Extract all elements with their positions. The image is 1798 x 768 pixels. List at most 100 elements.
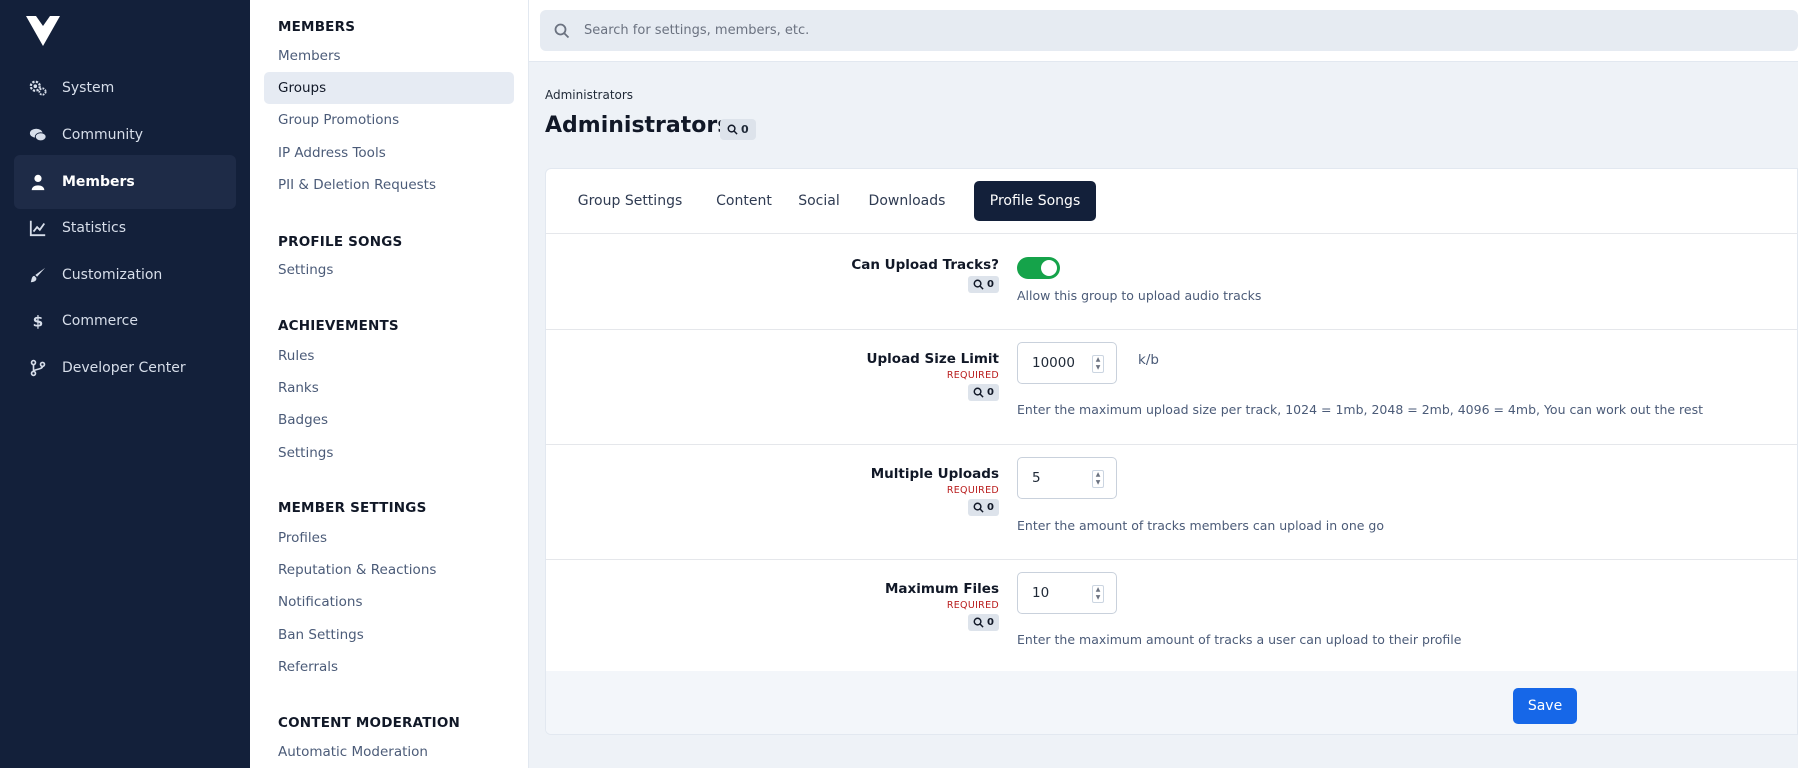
logo-icon[interactable]: [26, 16, 60, 46]
submenu-section-title: CONTENT MODERATION: [278, 715, 461, 731]
number-spinner[interactable]: ▲ ▼: [1092, 470, 1104, 488]
submenu-item-reputation[interactable]: Reputation & Reactions: [264, 554, 514, 586]
submenu-item-achievements-settings[interactable]: Settings: [264, 437, 514, 469]
setting-row-can-upload-tracks: Can Upload Tracks? 0 Allow this group to…: [546, 234, 1797, 330]
spinner-up-icon: ▲: [1095, 471, 1101, 478]
submenu-item-automatic-moderation[interactable]: Automatic Moderation: [264, 736, 514, 768]
input-value: 5: [1032, 470, 1041, 486]
submenu-section-title: PROFILE SONGS: [278, 234, 403, 250]
required-label: REQUIRED: [946, 370, 999, 381]
sub-menu: MEMBERS Members Groups Group Promotions …: [250, 0, 529, 768]
nav-label: Members: [62, 174, 135, 190]
nav-label: Community: [62, 127, 144, 143]
nav-item-statistics[interactable]: Statistics: [14, 201, 236, 255]
tab-group-settings[interactable]: Group Settings: [562, 181, 698, 221]
nav-label: Developer Center: [62, 360, 186, 376]
setting-label: Upload Size Limit: [866, 351, 999, 367]
submenu-item-rules[interactable]: Rules: [264, 340, 514, 372]
tab-content[interactable]: Content: [708, 181, 780, 221]
setting-label: Multiple Uploads: [870, 466, 999, 482]
settings-panel: Group Settings Content Social Downloads …: [545, 168, 1798, 735]
top-bar: [529, 0, 1798, 62]
page-title: Administrators: [545, 113, 731, 138]
save-button[interactable]: Save: [1513, 688, 1577, 724]
nav-item-community[interactable]: Community: [14, 108, 236, 162]
setting-description: Enter the maximum amount of tracks a use…: [1017, 632, 1462, 647]
search-count-badge[interactable]: 0: [968, 276, 999, 293]
multiple-uploads-input[interactable]: 5 ▲ ▼: [1017, 457, 1117, 499]
search-icon: [973, 279, 984, 290]
submenu-item-notifications[interactable]: Notifications: [264, 586, 514, 618]
submenu-item-ip-address-tools[interactable]: IP Address Tools: [264, 137, 514, 169]
nav-label: Commerce: [62, 313, 138, 329]
nav-label: System: [62, 80, 115, 96]
required-label: REQUIRED: [946, 600, 999, 611]
spinner-down-icon: ▼: [1095, 364, 1101, 371]
breadcrumb[interactable]: Administrators: [545, 88, 633, 102]
form-footer: Save: [546, 671, 1797, 734]
submenu-section-title: MEMBERS: [278, 19, 356, 35]
submenu-item-profile-songs-settings[interactable]: Settings: [264, 254, 514, 286]
setting-description: Allow this group to upload audio tracks: [1017, 288, 1262, 303]
badge-count: 0: [987, 502, 994, 513]
svg-text:$: $: [33, 312, 44, 330]
tab-downloads[interactable]: Downloads: [858, 181, 956, 221]
submenu-section-title: MEMBER SETTINGS: [278, 500, 427, 516]
search-input[interactable]: [584, 23, 1684, 38]
submenu-item-members[interactable]: Members: [264, 40, 514, 72]
setting-label: Maximum Files: [885, 581, 999, 597]
setting-row-maximum-files: Maximum Files REQUIRED 0 10 ▲ ▼ Enter the…: [546, 560, 1797, 671]
submenu-item-group-promotions[interactable]: Group Promotions: [264, 104, 514, 136]
spinner-down-icon: ▼: [1095, 594, 1101, 601]
tab-social[interactable]: Social: [790, 181, 848, 221]
main-nav: System Community Members Statistics Cust…: [0, 0, 250, 768]
submenu-item-ban-settings[interactable]: Ban Settings: [264, 619, 514, 651]
submenu-item-ranks[interactable]: Ranks: [264, 372, 514, 404]
nav-item-developer-center[interactable]: Developer Center: [14, 341, 236, 395]
input-value: 10: [1032, 585, 1050, 601]
setting-row-multiple-uploads: Multiple Uploads REQUIRED 0 5 ▲ ▼ Enter t…: [546, 445, 1797, 560]
number-spinner[interactable]: ▲ ▼: [1092, 355, 1104, 373]
setting-description: Enter the amount of tracks members can u…: [1017, 518, 1384, 533]
number-spinner[interactable]: ▲ ▼: [1092, 585, 1104, 603]
search-count-badge[interactable]: 0: [968, 614, 999, 631]
submenu-item-referrals[interactable]: Referrals: [264, 651, 514, 683]
spinner-down-icon: ▼: [1095, 479, 1101, 486]
search-count-badge[interactable]: 0: [968, 499, 999, 516]
nav-item-system[interactable]: System: [14, 61, 236, 115]
cogs-icon: [28, 78, 48, 98]
search-count-badge[interactable]: 0: [720, 119, 756, 140]
spinner-up-icon: ▲: [1095, 586, 1101, 593]
user-icon: [28, 172, 48, 192]
submenu-item-pii-deletion[interactable]: PII & Deletion Requests: [264, 169, 514, 201]
search-icon: [554, 23, 570, 38]
chart-line-icon: [28, 218, 48, 238]
search-icon: [973, 502, 984, 513]
paint-brush-icon: [28, 265, 48, 285]
submenu-item-profiles[interactable]: Profiles: [264, 522, 514, 554]
maximum-files-input[interactable]: 10 ▲ ▼: [1017, 572, 1117, 614]
main-content: Administrators Administrators 0 Group Se…: [529, 0, 1798, 768]
dollar-icon: $: [28, 311, 48, 331]
search-icon: [973, 617, 984, 628]
comments-icon: [28, 125, 48, 145]
can-upload-tracks-toggle[interactable]: [1017, 257, 1060, 279]
nav-label: Statistics: [62, 220, 126, 236]
tab-profile-songs[interactable]: Profile Songs: [974, 181, 1096, 221]
nav-label: Customization: [62, 267, 163, 283]
submenu-item-groups[interactable]: Groups: [264, 72, 514, 104]
badge-count: 0: [987, 617, 994, 628]
badge-count: 0: [987, 387, 994, 398]
upload-size-limit-input[interactable]: 10000 ▲ ▼: [1017, 342, 1117, 384]
search-count-badge[interactable]: 0: [968, 384, 999, 401]
code-branch-icon: [28, 358, 48, 378]
input-value: 10000: [1032, 355, 1075, 371]
submenu-section-title: ACHIEVEMENTS: [278, 318, 399, 334]
search-bar[interactable]: [540, 10, 1798, 51]
setting-row-upload-size-limit: Upload Size Limit REQUIRED 0 10000 ▲ ▼ k/…: [546, 330, 1797, 445]
tab-bar: Group Settings Content Social Downloads …: [546, 169, 1797, 234]
nav-item-commerce[interactable]: $ Commerce: [14, 294, 236, 348]
unit-label: k/b: [1138, 352, 1159, 368]
submenu-item-badges[interactable]: Badges: [264, 404, 514, 436]
search-icon: [727, 124, 738, 135]
